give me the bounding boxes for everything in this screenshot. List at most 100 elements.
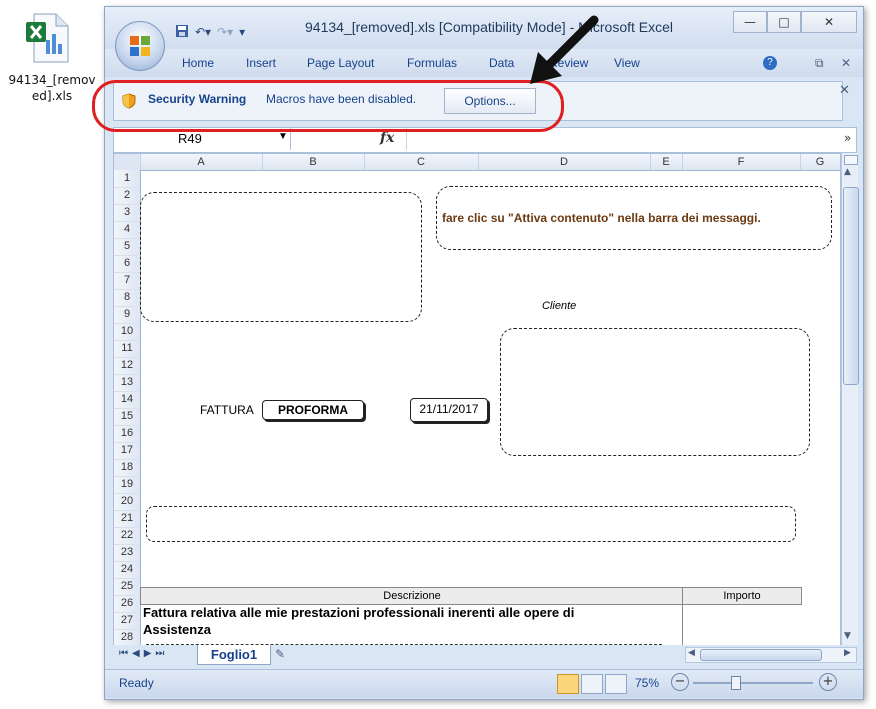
ribbon-tabs: Home Insert Page Layout Formulas Data Re… xyxy=(105,49,863,77)
column-header[interactable]: B xyxy=(262,154,365,170)
row-header[interactable]: 27 xyxy=(114,612,140,630)
insert-sheet-icon[interactable]: ✎ xyxy=(275,647,285,661)
close-button[interactable]: ✕ xyxy=(801,11,857,33)
name-box[interactable]: R49 ▼ xyxy=(114,128,291,150)
row-header[interactable]: 9 xyxy=(114,306,140,324)
company-logo-box xyxy=(140,192,422,322)
row-header[interactable]: 6 xyxy=(114,255,140,273)
minimize-button[interactable]: — xyxy=(733,11,767,33)
zoom-out-button[interactable]: − xyxy=(671,673,689,691)
ribbon-restore-icon[interactable]: ⧉ xyxy=(815,56,824,71)
scroll-right-icon[interactable]: ▶ xyxy=(844,648,851,658)
page-break-view-icon[interactable] xyxy=(605,674,627,694)
excel-file-icon xyxy=(26,13,69,63)
tab-view[interactable]: View xyxy=(614,56,640,70)
row-header[interactable]: 13 xyxy=(114,374,140,392)
row-header[interactable]: 5 xyxy=(114,238,140,256)
row-header[interactable]: 10 xyxy=(114,323,140,341)
column-header[interactable]: E xyxy=(650,154,683,170)
row-header[interactable]: 2 xyxy=(114,187,140,205)
zoom-level[interactable]: 75% xyxy=(635,676,659,690)
row-header[interactable]: 24 xyxy=(114,561,140,579)
column-header[interactable]: A xyxy=(140,154,263,170)
normal-view-icon[interactable] xyxy=(557,674,579,694)
row-header[interactable]: 3 xyxy=(114,204,140,222)
column-header[interactable]: C xyxy=(364,154,479,170)
worksheet-grid[interactable]: A B C D E F G 1 2 3 4 5 6 7 8 9 10 11 12 13 14 15 16 17 1… xyxy=(113,153,841,647)
client-address-box xyxy=(500,328,810,456)
row-header[interactable]: 21 xyxy=(114,510,140,528)
description-line-1: Fattura relativa alle mie prestazioni pr… xyxy=(143,605,575,620)
sheet-tab-bar: ⏮◀▶⏭ Foglio1 ✎ ◀ ▶ xyxy=(113,645,857,665)
redo-icon[interactable]: ↷▾ xyxy=(217,25,233,39)
options-button[interactable]: Options... xyxy=(444,88,536,114)
row-headers: 1 2 3 4 5 6 7 8 9 10 11 12 13 14 15 16 17 18 19 20 21 22 23 24 2… xyxy=(114,170,141,646)
tab-data[interactable]: Data xyxy=(489,56,514,70)
scroll-down-icon[interactable]: ▼ xyxy=(844,631,851,641)
help-icon[interactable]: ? xyxy=(763,56,777,70)
expand-formula-bar-icon[interactable]: » xyxy=(844,131,851,145)
row-header[interactable]: 11 xyxy=(114,340,140,358)
row-header[interactable]: 1 xyxy=(114,170,140,188)
row-header[interactable]: 23 xyxy=(114,544,140,562)
select-all-corner[interactable] xyxy=(114,154,141,170)
invoice-note-box xyxy=(146,506,796,542)
message-bar-close-icon[interactable]: ✕ xyxy=(839,83,850,98)
zoom-in-button[interactable]: + xyxy=(819,673,837,691)
zoom-slider-thumb[interactable] xyxy=(731,676,741,690)
quick-access-toolbar: ↶▾ ↷▾ ▾ xyxy=(175,22,245,42)
name-box-dropdown-icon[interactable]: ▼ xyxy=(278,131,288,142)
row-header[interactable]: 22 xyxy=(114,527,140,545)
status-bar: Ready 75% − + xyxy=(105,669,863,698)
page-layout-view-icon[interactable] xyxy=(581,674,603,694)
zoom-slider[interactable] xyxy=(693,682,813,684)
row-header[interactable]: 4 xyxy=(114,221,140,239)
security-warning-title: Security Warning xyxy=(148,92,247,106)
row-header[interactable]: 20 xyxy=(114,493,140,511)
cliente-label: Cliente xyxy=(542,300,577,312)
row-header[interactable]: 19 xyxy=(114,476,140,494)
ribbon-close-icon[interactable]: ✕ xyxy=(841,56,851,70)
scroll-left-icon[interactable]: ◀ xyxy=(688,648,695,658)
title-bar: ↶▾ ↷▾ ▾ 94134_[removed].xls [Compatibili… xyxy=(105,7,863,49)
row-header[interactable]: 26 xyxy=(114,595,140,613)
name-box-value: R49 xyxy=(178,131,202,146)
customize-qat-icon[interactable]: ▾ xyxy=(239,25,245,39)
tab-insert[interactable]: Insert xyxy=(246,56,276,70)
save-icon[interactable] xyxy=(175,24,189,41)
row-header[interactable]: 17 xyxy=(114,442,140,460)
shield-icon xyxy=(122,93,136,109)
security-warning-message: Macros have been disabled. xyxy=(266,92,417,106)
formula-input[interactable] xyxy=(406,128,841,150)
column-header[interactable]: D xyxy=(478,154,651,170)
tab-page-layout[interactable]: Page Layout xyxy=(307,56,374,70)
insert-function-icon[interactable]: fx xyxy=(380,130,394,146)
split-box[interactable] xyxy=(844,155,858,165)
row-header[interactable]: 12 xyxy=(114,357,140,375)
row-header[interactable]: 8 xyxy=(114,289,140,307)
fattura-label: FATTURA xyxy=(200,403,254,417)
row-header[interactable]: 25 xyxy=(114,578,140,596)
row-header[interactable]: 16 xyxy=(114,425,140,443)
row-header[interactable]: 14 xyxy=(114,391,140,409)
column-header[interactable]: F xyxy=(682,154,801,170)
sheet-nav-icons[interactable]: ⏮◀▶⏭ xyxy=(119,648,168,659)
tab-home[interactable]: Home xyxy=(182,56,214,70)
status-ready: Ready xyxy=(119,676,154,690)
row-header[interactable]: 15 xyxy=(114,408,140,426)
table-header-amount: Importo xyxy=(682,587,802,605)
undo-icon[interactable]: ↶▾ xyxy=(195,25,211,39)
tab-formulas[interactable]: Formulas xyxy=(407,56,457,70)
row-header[interactable]: 7 xyxy=(114,272,140,290)
horizontal-scrollbar[interactable]: ◀ ▶ xyxy=(685,647,857,663)
horizontal-scroll-thumb[interactable] xyxy=(700,649,822,661)
row-header[interactable]: 18 xyxy=(114,459,140,477)
office-button[interactable] xyxy=(115,21,165,71)
vertical-scroll-thumb[interactable] xyxy=(843,187,859,385)
scroll-up-icon[interactable]: ▲ xyxy=(844,167,851,177)
message-bar: Security Warning Macros have been disabl… xyxy=(113,81,843,121)
maximize-button[interactable]: □ xyxy=(767,11,801,33)
sheet-tab-foglio1[interactable]: Foglio1 xyxy=(197,645,271,665)
column-header[interactable]: G xyxy=(800,154,840,170)
vertical-scrollbar[interactable]: ▲ ▼ xyxy=(841,153,859,645)
